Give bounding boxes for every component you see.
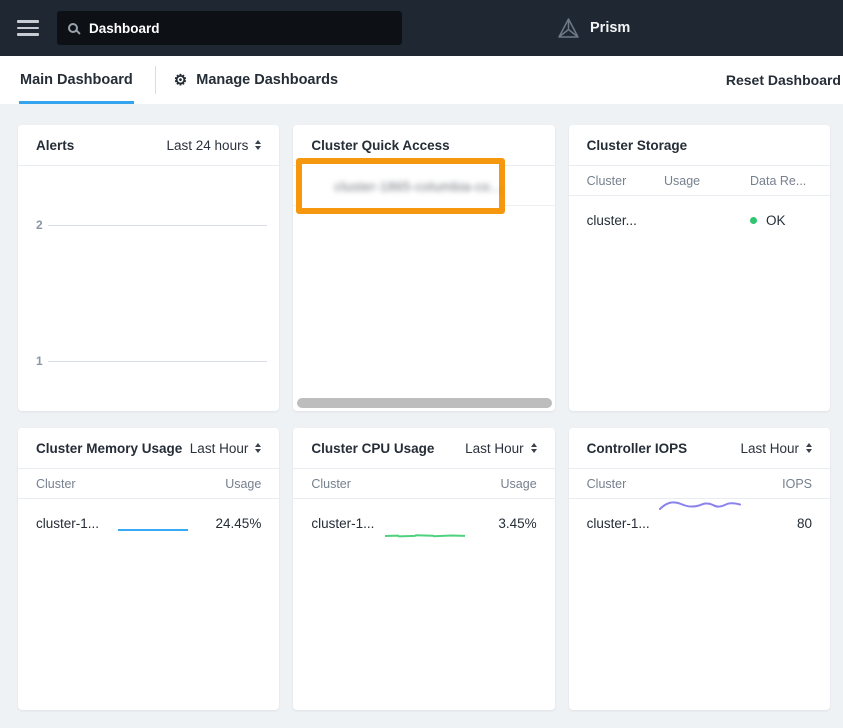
menu-icon[interactable] xyxy=(17,16,39,40)
iops-row[interactable]: cluster-1... 80 xyxy=(569,499,830,547)
alerts-ytick-2: 2 xyxy=(36,218,43,232)
active-tab-underline xyxy=(19,101,134,104)
dashboard-content: Alerts Last 24 hours 2 1 Cluster Quick A… xyxy=(0,104,843,728)
widget-cluster-memory-usage: Cluster Memory Usage Last Hour Cluster U… xyxy=(18,428,279,710)
tab-main-dashboard[interactable]: Main Dashboard xyxy=(20,56,133,104)
col-data-resiliency: Data Re... xyxy=(750,174,812,188)
sort-caret-icon xyxy=(531,443,537,453)
iops-column-headers: Cluster IOPS xyxy=(569,469,830,499)
horizontal-scrollbar[interactable] xyxy=(297,398,551,408)
prism-logo-icon xyxy=(557,17,580,40)
storage-resiliency-value: OK xyxy=(766,213,786,228)
iops-title: Controller IOPS xyxy=(587,441,688,456)
annotation-highlight-box: cluster-1865-columbia-co... xyxy=(296,158,505,214)
gear-icon: ⚙ xyxy=(174,73,187,88)
sort-caret-icon xyxy=(255,140,261,150)
search-value: Dashboard xyxy=(89,21,160,36)
col-cluster: Cluster xyxy=(587,174,664,188)
widget-cluster-quick-access: Cluster Quick Access cluster-1865-columb… xyxy=(293,125,554,411)
col-cluster: Cluster xyxy=(311,477,446,491)
memory-row[interactable]: cluster-1... 24.45% xyxy=(18,499,279,547)
alerts-range-select[interactable]: Last 24 hours xyxy=(167,138,262,153)
col-iops: IOPS xyxy=(722,477,812,491)
status-ok-dot-icon xyxy=(750,217,757,224)
memory-usage-value: 24.45% xyxy=(171,516,261,531)
col-usage: Usage xyxy=(664,174,750,188)
iops-cluster-name: cluster-1... xyxy=(587,516,722,531)
brand-name: Prism xyxy=(590,20,630,36)
tab-bar: Main Dashboard ⚙ Manage Dashboards Reset… xyxy=(0,56,843,104)
tab-divider xyxy=(155,66,156,94)
sort-caret-icon xyxy=(255,443,261,453)
col-cluster: Cluster xyxy=(587,477,722,491)
storage-resiliency-cell: OK xyxy=(750,213,812,228)
quick-access-title: Cluster Quick Access xyxy=(311,138,449,153)
storage-title: Cluster Storage xyxy=(587,138,688,153)
cpu-usage-value: 3.45% xyxy=(447,516,537,531)
alerts-gridline-1 xyxy=(48,361,267,362)
col-cluster: Cluster xyxy=(36,477,171,491)
storage-cluster-name: cluster... xyxy=(587,213,664,228)
cpu-row[interactable]: cluster-1... 3.45% xyxy=(293,499,554,547)
alerts-title: Alerts xyxy=(36,138,74,153)
tab-main-dashboard-label: Main Dashboard xyxy=(20,72,133,88)
brand[interactable]: Prism xyxy=(557,0,630,56)
redacted-cluster-link[interactable]: cluster-1865-columbia-co... xyxy=(334,179,502,194)
cpu-column-headers: Cluster Usage xyxy=(293,469,554,499)
cpu-cluster-name: cluster-1... xyxy=(311,516,446,531)
cpu-range-select[interactable]: Last Hour xyxy=(465,441,537,456)
widget-cluster-storage: Cluster Storage Cluster Usage Data Re...… xyxy=(569,125,830,411)
sort-caret-icon xyxy=(806,443,812,453)
tab-manage-dashboards-label: Manage Dashboards xyxy=(196,72,338,88)
memory-title: Cluster Memory Usage xyxy=(36,441,182,456)
storage-row[interactable]: cluster... OK xyxy=(569,196,830,244)
widget-alerts: Alerts Last 24 hours 2 1 xyxy=(18,125,279,411)
top-bar: Dashboard Prism xyxy=(0,0,843,56)
memory-column-headers: Cluster Usage xyxy=(18,469,279,499)
tab-manage-dashboards[interactable]: ⚙ Manage Dashboards xyxy=(174,72,338,88)
iops-value: 80 xyxy=(722,516,812,531)
storage-column-headers: Cluster Usage Data Re... xyxy=(569,166,830,196)
iops-range-select[interactable]: Last Hour xyxy=(740,441,812,456)
reset-dashboard-button[interactable]: Reset Dashboard xyxy=(726,72,841,88)
widget-cluster-cpu-usage: Cluster CPU Usage Last Hour Cluster Usag… xyxy=(293,428,554,710)
memory-range-select[interactable]: Last Hour xyxy=(190,441,262,456)
col-usage: Usage xyxy=(447,477,537,491)
memory-cluster-name: cluster-1... xyxy=(36,516,171,531)
alerts-gridline-2 xyxy=(48,225,267,226)
col-usage: Usage xyxy=(171,477,261,491)
widget-controller-iops: Controller IOPS Last Hour Cluster IOPS c… xyxy=(569,428,830,710)
search-input[interactable]: Dashboard xyxy=(57,11,402,45)
alerts-ytick-1: 1 xyxy=(36,354,43,368)
cpu-title: Cluster CPU Usage xyxy=(311,441,434,456)
search-icon xyxy=(68,23,78,33)
